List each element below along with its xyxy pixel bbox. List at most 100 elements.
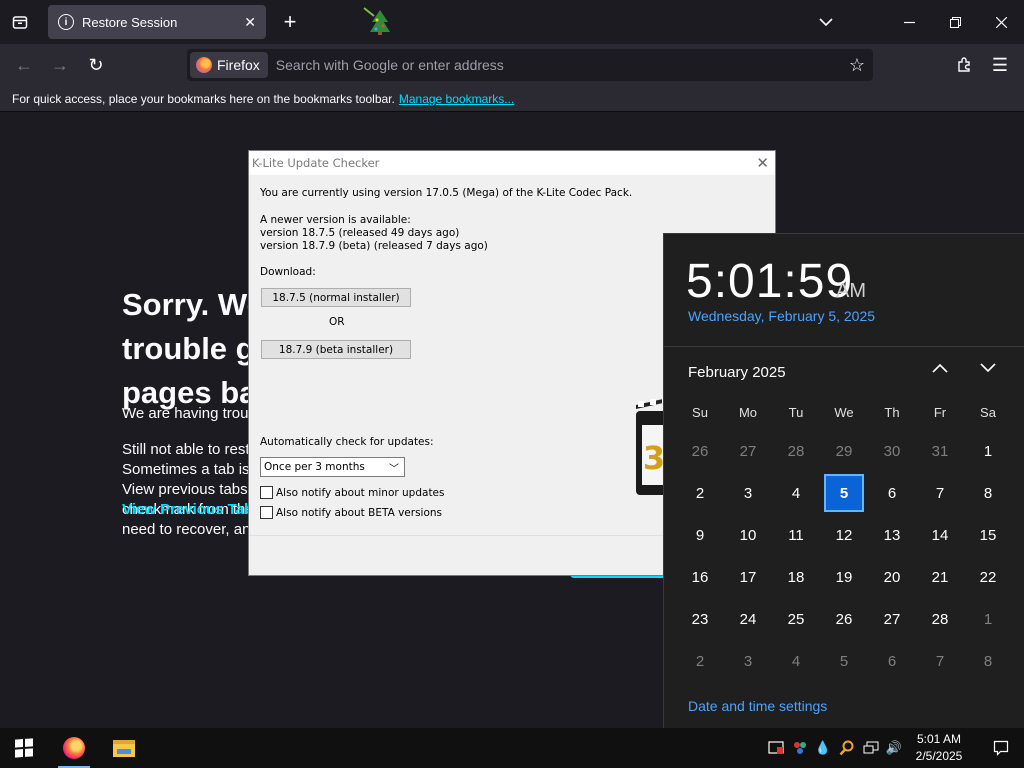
calendar-day[interactable]: 18 bbox=[772, 556, 820, 598]
calendar-day[interactable]: 29 bbox=[820, 430, 868, 472]
calendar-day[interactable]: 4 bbox=[772, 472, 820, 514]
taskbar-clock[interactable]: 5:01 AM 2/5/2025 bbox=[908, 731, 970, 765]
calendar-day[interactable]: 8 bbox=[964, 472, 1012, 514]
calendar-day[interactable]: 3 bbox=[724, 640, 772, 682]
calendar-day[interactable]: 2 bbox=[676, 472, 724, 514]
restore-window-button[interactable] bbox=[932, 0, 978, 44]
calendar-day[interactable]: 14 bbox=[916, 514, 964, 556]
date-time-settings-link[interactable]: Date and time settings bbox=[688, 698, 827, 714]
taskbar-file-explorer[interactable] bbox=[100, 728, 148, 768]
calendar-day[interactable]: 26 bbox=[820, 598, 868, 640]
clock-date-link[interactable]: Wednesday, February 5, 2025 bbox=[688, 308, 875, 324]
manage-bookmarks-link[interactable]: Manage bookmarks... bbox=[399, 92, 514, 106]
bookmarks-toolbar: For quick access, place your bookmarks h… bbox=[0, 86, 1024, 112]
calendar-day[interactable]: 21 bbox=[916, 556, 964, 598]
volume-icon[interactable]: 🔊 bbox=[884, 738, 904, 758]
notification-center-icon[interactable] bbox=[978, 728, 1024, 768]
calendar-day[interactable]: 23 bbox=[676, 598, 724, 640]
start-button[interactable] bbox=[0, 728, 48, 768]
weekday-label: Tu bbox=[788, 404, 804, 420]
or-label: OR bbox=[329, 316, 345, 328]
clock-ampm: AM bbox=[836, 280, 866, 302]
calendar-day[interactable]: 7 bbox=[916, 472, 964, 514]
calendar-day[interactable]: 8 bbox=[964, 640, 1012, 682]
calendar-week-row: 2345678 bbox=[676, 640, 1012, 682]
taskbar-firefox[interactable] bbox=[50, 728, 98, 768]
reload-icon[interactable]: ↻ bbox=[80, 49, 112, 81]
minimize-button[interactable] bbox=[886, 0, 932, 44]
back-arrow-icon[interactable]: ← bbox=[8, 49, 40, 81]
calendar-day[interactable]: 10 bbox=[724, 514, 772, 556]
calendar-day-today[interactable]: 5 bbox=[820, 472, 868, 514]
url-bar[interactable]: Firefox ☆ bbox=[187, 49, 873, 81]
download-normal-button[interactable]: 18.7.5 (normal installer) bbox=[261, 288, 411, 307]
calendar-day[interactable]: 31 bbox=[916, 430, 964, 472]
beta-versions-checkbox[interactable]: Also notify about BETA versions bbox=[260, 506, 442, 519]
dialog-title: K-Lite Update Checker bbox=[252, 156, 380, 170]
checkbox-icon bbox=[260, 506, 273, 519]
extensions-icon[interactable] bbox=[948, 49, 980, 81]
calendar-day[interactable]: 13 bbox=[868, 514, 916, 556]
dialog-close-icon[interactable]: ✕ bbox=[756, 154, 769, 172]
divider bbox=[664, 346, 1024, 347]
calendar-day[interactable]: 11 bbox=[772, 514, 820, 556]
calendar-week-row: 23 24 25 26 27 28 1 bbox=[676, 598, 1012, 640]
calendar-month-label[interactable]: February 2025 bbox=[688, 364, 786, 381]
calendar-day[interactable]: 12 bbox=[820, 514, 868, 556]
calendar-day[interactable]: 28 bbox=[772, 430, 820, 472]
taskbar-date: 2/5/2025 bbox=[915, 749, 963, 763]
version-line-beta: version 18.7.9 (beta) (released 7 days a… bbox=[260, 240, 488, 252]
network-icon[interactable] bbox=[861, 738, 881, 758]
minor-updates-label: Also notify about minor updates bbox=[276, 486, 445, 499]
calendar-day[interactable]: 3 bbox=[724, 472, 772, 514]
tray-app-icon[interactable] bbox=[766, 738, 786, 758]
droplet-icon[interactable]: 💧 bbox=[813, 738, 833, 758]
calendar-day[interactable]: 28 bbox=[916, 598, 964, 640]
chevron-down-icon[interactable] bbox=[976, 358, 1000, 382]
close-window-button[interactable] bbox=[978, 0, 1024, 44]
calendar-day-number: 5 bbox=[839, 484, 849, 502]
calendar-day[interactable]: 1 bbox=[964, 598, 1012, 640]
chevron-up-icon[interactable] bbox=[928, 358, 952, 382]
hamburger-menu-icon[interactable]: ☰ bbox=[984, 49, 1016, 81]
magnifier-icon[interactable] bbox=[837, 738, 857, 758]
calendar-week-row: 9 10 11 12 13 14 15 bbox=[676, 514, 1012, 556]
calendar-day[interactable]: 6 bbox=[868, 640, 916, 682]
calendar-day[interactable]: 5 bbox=[820, 640, 868, 682]
new-tab-button[interactable]: + bbox=[270, 0, 310, 44]
firefox-view-icon[interactable] bbox=[0, 0, 40, 44]
url-input[interactable] bbox=[267, 57, 841, 73]
codec-tweak-icon[interactable] bbox=[790, 738, 810, 758]
identity-box[interactable]: Firefox bbox=[190, 52, 268, 78]
checkbox-icon bbox=[260, 486, 273, 499]
calendar-day[interactable]: 22 bbox=[964, 556, 1012, 598]
calendar-day[interactable]: 27 bbox=[724, 430, 772, 472]
calendar-day[interactable]: 30 bbox=[868, 430, 916, 472]
calendar-day[interactable]: 9 bbox=[676, 514, 724, 556]
calendar-day[interactable]: 27 bbox=[868, 598, 916, 640]
tab-close-icon[interactable]: ✕ bbox=[244, 14, 256, 31]
windows-logo-icon bbox=[15, 738, 33, 758]
download-beta-button[interactable]: 18.7.9 (beta installer) bbox=[261, 340, 411, 359]
update-frequency-select[interactable]: Once per 3 months ﹀ bbox=[260, 457, 405, 477]
forward-arrow-icon[interactable]: → bbox=[44, 49, 76, 81]
calendar-day[interactable]: 20 bbox=[868, 556, 916, 598]
calendar-day[interactable]: 24 bbox=[724, 598, 772, 640]
chevron-down-icon[interactable] bbox=[806, 0, 846, 44]
calendar-day[interactable]: 16 bbox=[676, 556, 724, 598]
calendar-day[interactable]: 25 bbox=[772, 598, 820, 640]
calendar-day[interactable]: 2 bbox=[676, 640, 724, 682]
bookmark-star-icon[interactable]: ☆ bbox=[841, 55, 873, 76]
calendar-day[interactable]: 4 bbox=[772, 640, 820, 682]
calendar-day[interactable]: 15 bbox=[964, 514, 1012, 556]
calendar-day[interactable]: 26 bbox=[676, 430, 724, 472]
calendar-day[interactable]: 6 bbox=[868, 472, 916, 514]
minor-updates-checkbox[interactable]: Also notify about minor updates bbox=[260, 486, 445, 499]
calendar-day[interactable]: 7 bbox=[916, 640, 964, 682]
calendar-day[interactable]: 1 bbox=[964, 430, 1012, 472]
view-previous-tabs-link[interactable]: View Previous Tabs bbox=[122, 501, 262, 518]
calendar-day[interactable]: 19 bbox=[820, 556, 868, 598]
weekday-label: Su bbox=[692, 404, 708, 420]
tab-restore-session[interactable]: i Restore Session ✕ bbox=[48, 5, 266, 39]
calendar-day[interactable]: 17 bbox=[724, 556, 772, 598]
